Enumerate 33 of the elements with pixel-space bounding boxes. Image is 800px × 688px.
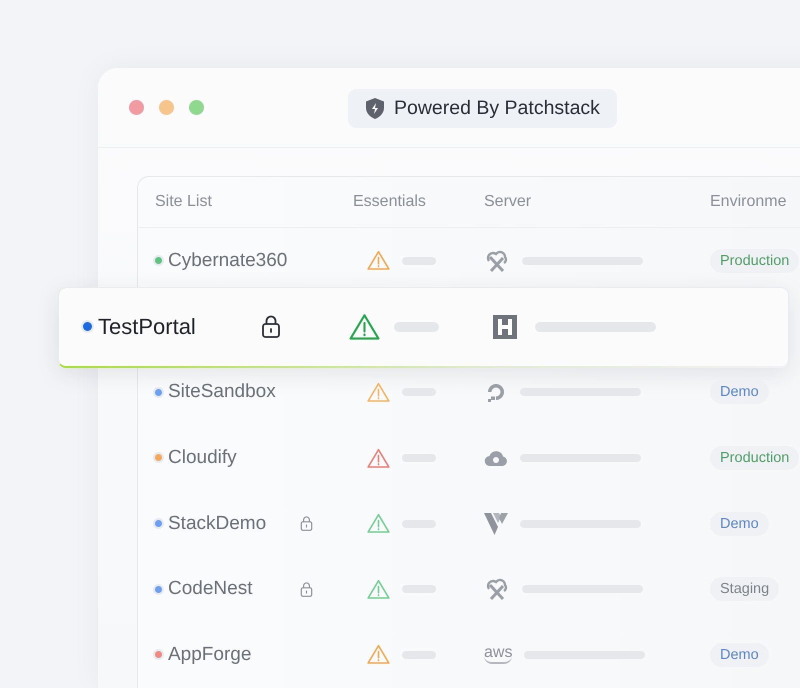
site-name: CodeNest bbox=[168, 578, 252, 600]
cloud-x-logo-icon bbox=[484, 577, 510, 602]
column-header: Server bbox=[484, 193, 532, 211]
site-name: AppForge bbox=[168, 644, 252, 666]
window-control-dot[interactable] bbox=[129, 100, 144, 115]
shield-icon bbox=[366, 98, 384, 118]
site-row[interactable]: CodeNest Staging bbox=[138, 556, 800, 622]
site-name: Cybernate360 bbox=[168, 250, 288, 272]
site-row[interactable]: Cloudify Production bbox=[138, 425, 800, 491]
site-name: Cloudify bbox=[168, 446, 237, 469]
column-header: Site List bbox=[155, 193, 213, 211]
window-control-dot[interactable] bbox=[159, 100, 174, 115]
environment-tag: Staging bbox=[710, 577, 780, 602]
environment-tag: Demo bbox=[710, 380, 769, 404]
site-row[interactable]: AppForge aws Demo bbox=[138, 622, 800, 688]
h-logo-icon bbox=[493, 314, 517, 339]
cloud-x-logo-icon bbox=[484, 248, 510, 273]
column-header: Essentials bbox=[353, 193, 427, 211]
v-logo-icon bbox=[484, 512, 508, 535]
window-control-dot[interactable] bbox=[189, 100, 204, 115]
aws-logo: aws bbox=[484, 645, 512, 664]
environment-tag: Production bbox=[710, 248, 800, 273]
site-name: StackDemo bbox=[168, 512, 266, 535]
column-header: Environme bbox=[710, 193, 788, 211]
site-name: SiteSandbox bbox=[168, 381, 276, 404]
environment-tag: Production bbox=[710, 446, 800, 470]
environment-tag: Demo bbox=[710, 642, 769, 667]
site-row[interactable]: TestPortal bbox=[58, 286, 789, 368]
environment-tag: Demo bbox=[710, 512, 769, 536]
site-row[interactable]: StackDemo Demo bbox=[138, 490, 800, 556]
cloud-icon bbox=[484, 448, 508, 467]
powered-by-badge: Powered By Patchstack bbox=[348, 88, 617, 128]
site-name: TestPortal bbox=[98, 314, 196, 340]
